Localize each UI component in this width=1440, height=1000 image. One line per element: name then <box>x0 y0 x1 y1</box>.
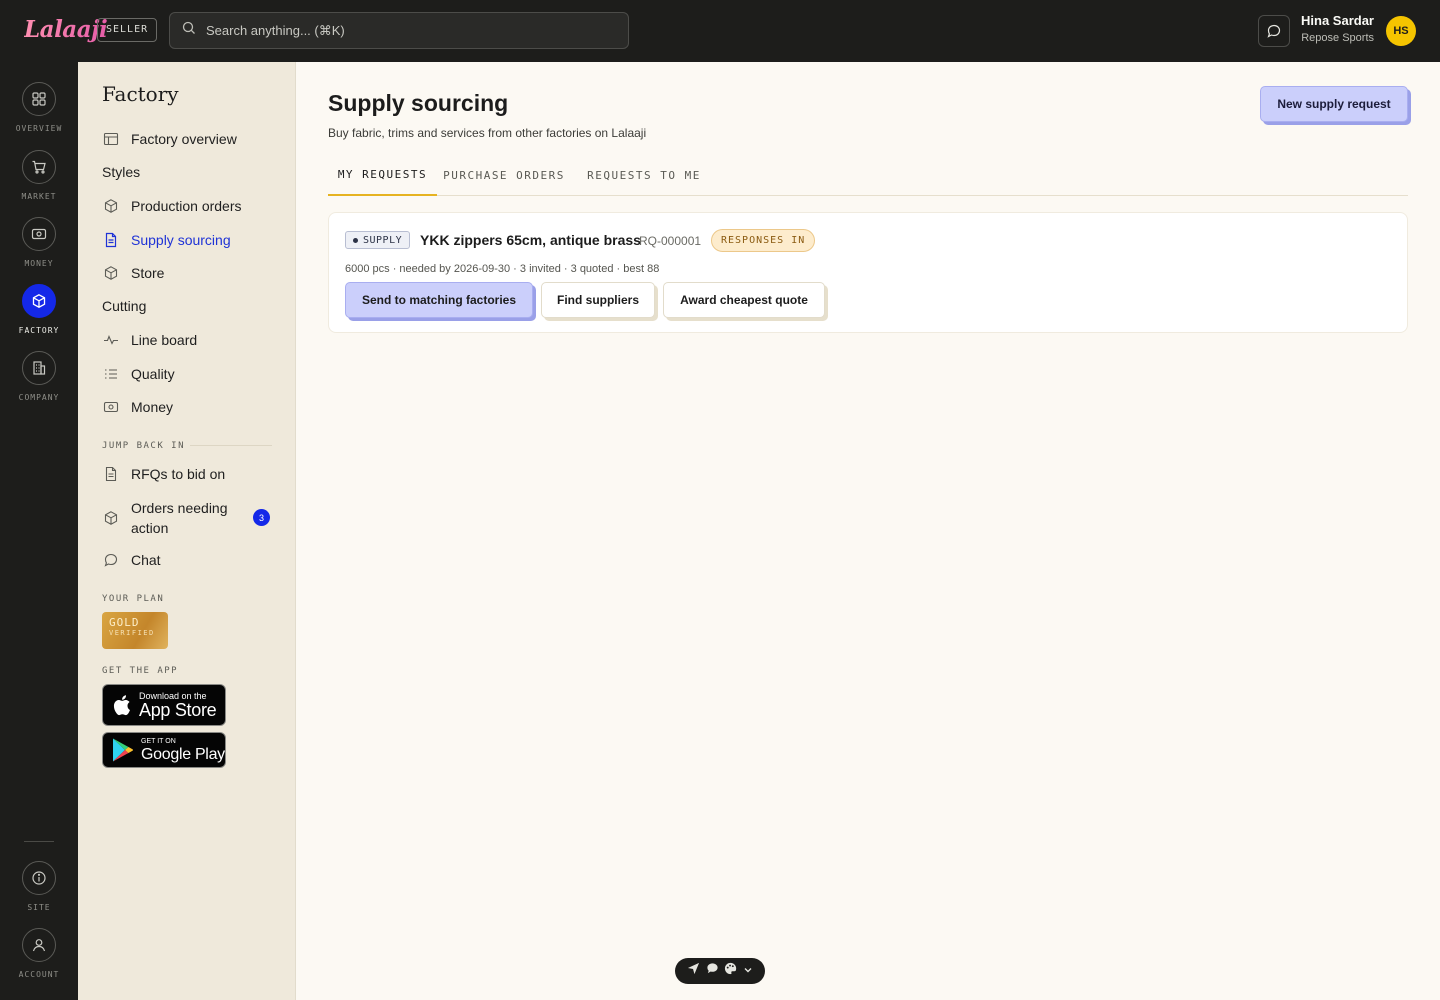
sidebar-item-line-board[interactable]: Line board <box>102 331 197 348</box>
rail-item-market[interactable]: MARKET <box>0 150 78 201</box>
award-cheapest-quote-button[interactable]: Award cheapest quote <box>663 282 825 318</box>
search-icon <box>182 21 196 40</box>
box-icon <box>102 197 119 214</box>
sidebar-item-quality[interactable]: Quality <box>102 365 175 382</box>
rail-divider <box>24 841 54 842</box>
page-title: Supply sourcing <box>328 90 509 116</box>
layout-icon <box>102 130 119 147</box>
logo[interactable]: Lalaaji <box>24 16 108 43</box>
apple-icon <box>113 695 130 716</box>
sidebar-item-orders-needing-action[interactable]: Orders needing action <box>102 498 228 538</box>
request-id: RQ-000001 <box>639 234 702 248</box>
send-to-matching-factories-button[interactable]: Send to matching factories <box>345 282 533 318</box>
user-icon <box>32 939 46 952</box>
type-tag: SUPPLY <box>345 231 411 249</box>
document-icon <box>102 465 119 482</box>
chat-bubble-icon <box>102 551 119 568</box>
sidebar-item-rfqs[interactable]: RFQs to bid on <box>102 465 225 482</box>
checklist-icon <box>102 365 119 382</box>
rail-item-company[interactable]: COMPANY <box>0 351 78 402</box>
grid-icon <box>32 92 46 106</box>
new-supply-request-button[interactable]: New supply request <box>1260 86 1408 122</box>
status-badge: RESPONSES IN <box>711 229 816 252</box>
orders-count-badge: 3 <box>253 509 270 526</box>
tab-my-requests[interactable]: MY REQUESTS <box>328 155 437 196</box>
your-plan-heading: YOUR PLAN <box>102 594 165 604</box>
tab-requests-to-me[interactable]: REQUESTS TO ME <box>583 155 705 196</box>
search-box[interactable] <box>169 12 629 49</box>
sidebar-item-store[interactable]: Store <box>102 264 164 281</box>
role-badge[interactable]: SELLER <box>97 18 158 42</box>
request-meta: 6000 pcs · needed by 2026-09-30 · 3 invi… <box>345 263 660 275</box>
chat-button[interactable] <box>1258 15 1290 47</box>
box-icon <box>102 264 119 281</box>
send-icon[interactable] <box>687 962 700 980</box>
rail-item-factory[interactable]: FACTORY <box>0 284 78 335</box>
play-store-icon <box>113 738 134 762</box>
request-title[interactable]: YKK zippers 65cm, antique brass <box>420 232 641 248</box>
sidebar-title: Factory <box>102 82 179 106</box>
plan-badge[interactable]: GOLD VERIFIED <box>102 612 168 649</box>
sidebar-item-styles[interactable]: Styles <box>102 164 140 180</box>
comment-icon[interactable] <box>706 962 719 980</box>
user-name: Hina Sardar <box>1301 13 1374 28</box>
dot-icon <box>353 237 358 243</box>
search-input[interactable] <box>206 23 606 38</box>
chat-bubble-icon <box>1267 24 1281 38</box>
avatar[interactable]: HS <box>1386 16 1416 46</box>
request-card[interactable]: SUPPLY YKK zippers 65cm, antique brass R… <box>328 212 1408 333</box>
pulse-icon <box>102 331 119 348</box>
palette-icon[interactable] <box>724 962 737 980</box>
factory-sidebar: Factory Factory overview Styles Producti… <box>78 62 296 1000</box>
app-rail: OVERVIEW MARKET MONEY FACTORY COMPANY SI… <box>0 62 78 1000</box>
sidebar-item-money[interactable]: Money <box>102 398 173 415</box>
rail-item-money[interactable]: MONEY <box>0 217 78 268</box>
tab-purchase-orders[interactable]: PURCHASE ORDERS <box>439 155 569 196</box>
google-play-button[interactable]: GET IT ON Google Play <box>102 732 226 768</box>
tab-bar: MY REQUESTS PURCHASE ORDERS REQUESTS TO … <box>328 155 1408 196</box>
rail-item-account[interactable]: ACCOUNT <box>0 928 78 979</box>
box-icon <box>32 294 46 308</box>
sidebar-item-production-orders[interactable]: Production orders <box>102 197 242 214</box>
jump-back-in-heading: JUMP BACK IN <box>102 441 186 451</box>
user-info[interactable]: Hina Sardar Repose Sports <box>1301 13 1374 44</box>
page-subtitle: Buy fabric, trims and services from othe… <box>328 126 647 140</box>
sidebar-item-chat[interactable]: Chat <box>102 551 161 568</box>
box-icon <box>102 510 119 527</box>
user-org: Repose Sports <box>1301 32 1374 44</box>
sidebar-item-cutting[interactable]: Cutting <box>102 298 146 314</box>
rail-item-site[interactable]: SITE <box>0 861 78 912</box>
building-icon <box>33 361 46 375</box>
sidebar-item-factory-overview[interactable]: Factory overview <box>102 130 237 147</box>
app-store-button[interactable]: Download on the App Store <box>102 684 226 726</box>
rail-item-overview[interactable]: OVERVIEW <box>0 82 78 133</box>
get-app-heading: GET THE APP <box>102 666 179 676</box>
section-divider <box>190 445 272 446</box>
cash-icon <box>31 228 47 240</box>
chevron-down-icon[interactable] <box>743 962 753 980</box>
cash-icon <box>102 398 119 415</box>
sidebar-item-supply-sourcing[interactable]: Supply sourcing <box>102 231 231 248</box>
top-bar: Lalaaji SELLER Hina Sardar Repose Sports… <box>0 0 1440 62</box>
info-icon <box>32 871 46 885</box>
document-icon <box>102 231 119 248</box>
find-suppliers-button[interactable]: Find suppliers <box>541 282 655 318</box>
floating-toolbar <box>675 958 765 984</box>
cart-icon <box>32 160 46 174</box>
